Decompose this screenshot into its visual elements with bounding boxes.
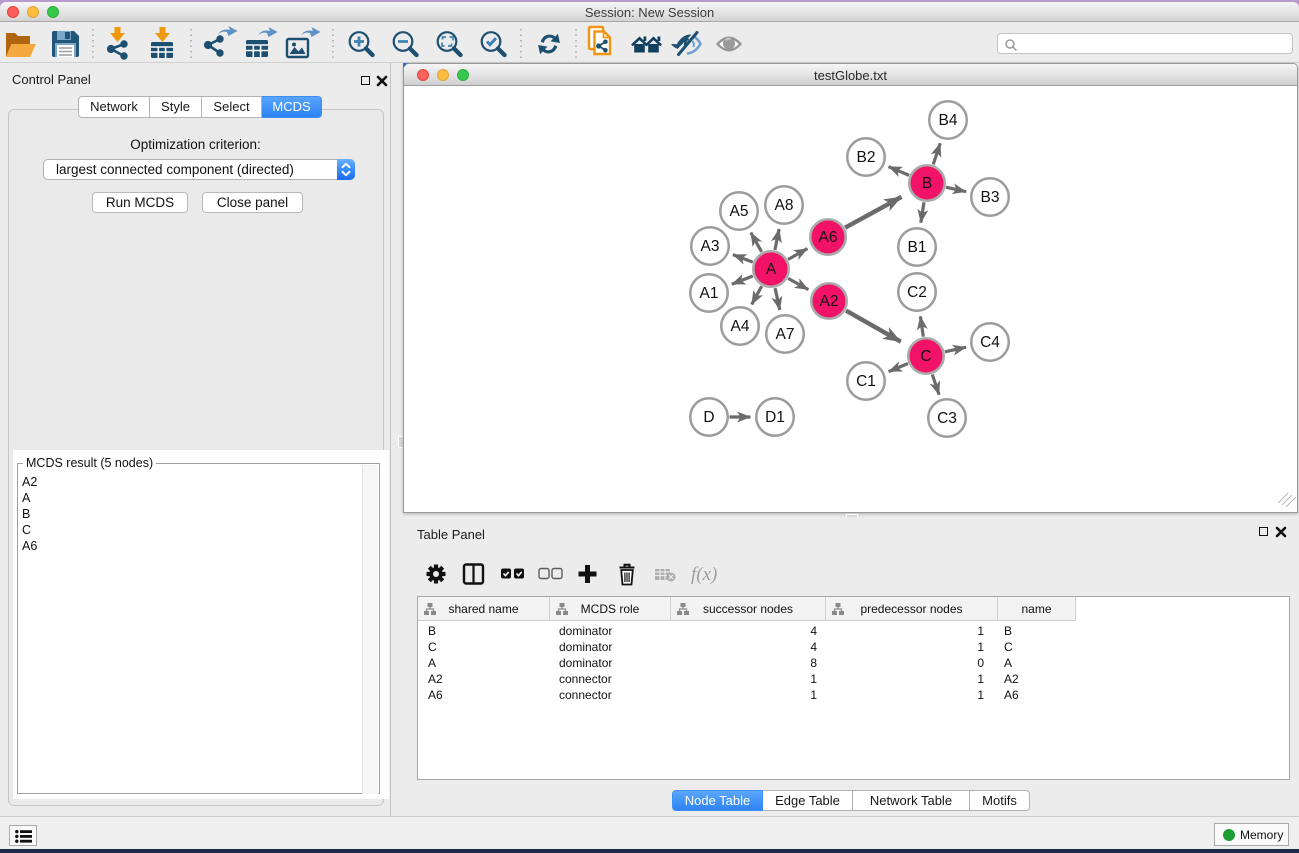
svg-text:A6: A6 — [819, 229, 838, 246]
svg-text:A: A — [766, 261, 777, 278]
svg-text:B4: B4 — [939, 112, 958, 129]
svg-text:f(x): f(x) — [691, 564, 717, 585]
svg-text:A7: A7 — [776, 326, 795, 343]
svg-text:C4: C4 — [980, 334, 1000, 351]
svg-text:A8: A8 — [775, 197, 794, 214]
svg-text:A4: A4 — [731, 318, 750, 335]
svg-text:C3: C3 — [937, 410, 957, 427]
svg-text:B3: B3 — [981, 189, 1000, 206]
svg-text:A1: A1 — [700, 285, 719, 302]
svg-text:D: D — [703, 409, 714, 426]
svg-text:A3: A3 — [701, 238, 720, 255]
svg-text:B2: B2 — [857, 149, 876, 166]
svg-text:C1: C1 — [856, 373, 876, 390]
svg-text:D1: D1 — [765, 409, 785, 426]
svg-text:A2: A2 — [820, 293, 839, 310]
svg-text:B: B — [922, 175, 932, 192]
svg-text:C: C — [920, 348, 931, 365]
svg-text:B1: B1 — [908, 239, 927, 256]
svg-text:C2: C2 — [907, 284, 927, 301]
svg-text:A5: A5 — [730, 203, 749, 220]
